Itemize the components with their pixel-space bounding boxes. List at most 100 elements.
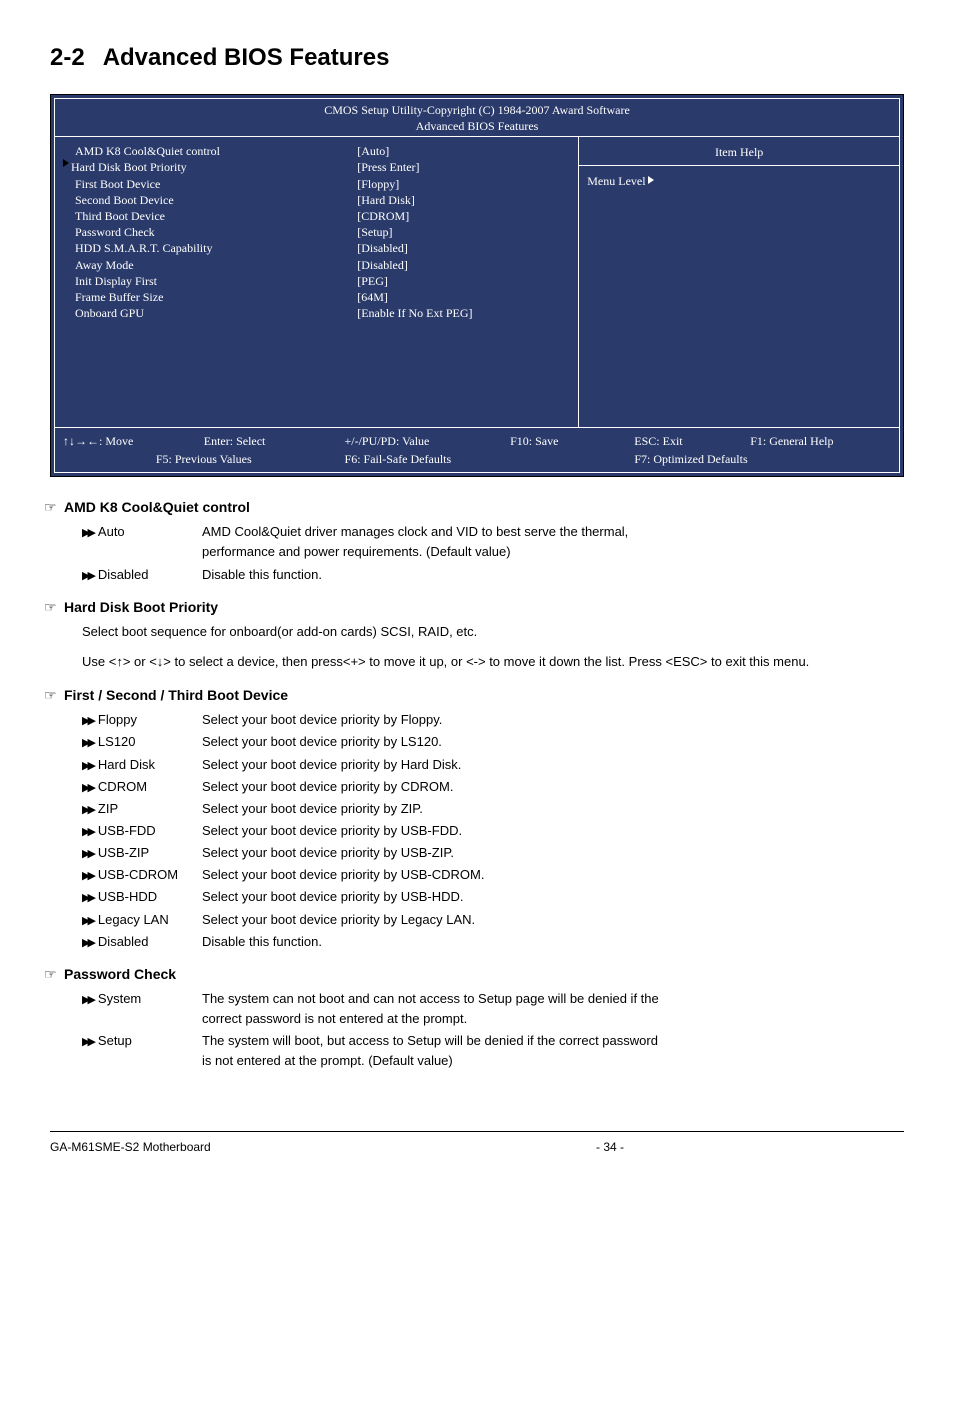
bios-left-pane: AMD K8 Cool&Quiet control Hard Disk Boot… bbox=[55, 137, 578, 427]
section-title: 2-2Advanced BIOS Features bbox=[50, 40, 904, 76]
double-arrow-icon: ▶▶ bbox=[82, 824, 97, 841]
item-heading-pwd: ☞Password Check bbox=[64, 964, 904, 985]
bios-label-text: Third Boot Device bbox=[75, 208, 165, 224]
option-row: ▶▶CDROMSelect your boot device priority … bbox=[82, 777, 904, 797]
footer-page-number: - 34 - bbox=[596, 1138, 624, 1156]
bios-row-value: [PEG] bbox=[357, 273, 570, 289]
option-row: ▶▶USB-ZIP Select your boot device priorit… bbox=[82, 843, 904, 863]
option-name: USB-ZIP bbox=[98, 845, 149, 860]
page-footer: GA-M61SME-S2 Motherboard - 34 - bbox=[50, 1131, 904, 1156]
double-arrow-icon: ▶▶ bbox=[82, 713, 97, 730]
option-row: ▶▶USB-CDROMSelect your boot device prior… bbox=[82, 865, 904, 885]
bios-row-label: Away Mode bbox=[63, 257, 357, 273]
bios-body: AMD K8 Cool&Quiet control Hard Disk Boot… bbox=[55, 136, 899, 427]
footer-save: F10: Save bbox=[510, 432, 634, 450]
heading-text: First / Second / Third Boot Device bbox=[64, 687, 288, 703]
option-name: Legacy LAN bbox=[98, 912, 169, 927]
desc-line: correct password is not entered at the p… bbox=[202, 1009, 659, 1029]
bios-header-line1: CMOS Setup Utility-Copyright (C) 1984-20… bbox=[55, 103, 899, 119]
footer-optimized: F7: Optimized Defaults bbox=[634, 450, 891, 468]
option-desc: Select your boot device priority by USB-… bbox=[202, 821, 462, 841]
desc-line: performance and power requirements. (Def… bbox=[202, 542, 628, 562]
option-row: ▶▶USB-FDDSelect your boot device priorit… bbox=[82, 821, 904, 841]
double-arrow-icon: ▶▶ bbox=[82, 780, 97, 797]
option-name: Floppy bbox=[98, 712, 137, 727]
footer-left: GA-M61SME-S2 Motherboard bbox=[50, 1138, 596, 1156]
option-row: ▶▶System The system can not boot and can… bbox=[82, 989, 904, 1029]
item-heading-hdbp: ☞Hard Disk Boot Priority bbox=[64, 597, 904, 618]
heading-text: Hard Disk Boot Priority bbox=[64, 599, 218, 615]
option-name: Disabled bbox=[98, 567, 149, 582]
bios-row-label: Third Boot Device bbox=[63, 208, 357, 224]
option-name: Setup bbox=[98, 1033, 132, 1048]
pointer-icon: ☞ bbox=[44, 964, 64, 985]
bios-header-line2: Advanced BIOS Features bbox=[55, 119, 899, 135]
bios-row-value: [Enable If No Ext PEG] bbox=[357, 305, 570, 321]
help-menu-level: Menu Level bbox=[587, 172, 891, 190]
desc-line: The system can not boot and can not acce… bbox=[202, 989, 659, 1009]
bios-label-text: Second Boot Device bbox=[75, 192, 174, 208]
option-label: ▶▶Disabled bbox=[82, 932, 202, 952]
bios-label-text: AMD K8 Cool&Quiet control bbox=[75, 143, 220, 159]
option-desc: Select your boot device priority by ZIP. bbox=[202, 799, 423, 819]
double-arrow-icon: ▶▶ bbox=[82, 846, 97, 863]
item-heading-boot: ☞First / Second / Third Boot Device bbox=[64, 685, 904, 706]
double-arrow-icon: ▶▶ bbox=[82, 890, 97, 907]
desc-line: The system will boot, but access to Setu… bbox=[202, 1031, 658, 1051]
bios-row-value: [64M] bbox=[357, 289, 570, 305]
footer-prev: F5: Previous Values bbox=[63, 450, 345, 468]
bios-label-text: Frame Buffer Size bbox=[75, 289, 163, 305]
double-arrow-icon: ▶▶ bbox=[82, 735, 97, 752]
pointer-icon: ☞ bbox=[44, 597, 64, 618]
footer-move: ↑↓→←: Move bbox=[63, 432, 204, 450]
option-desc: Disable this function. bbox=[202, 932, 322, 952]
option-desc: Select your boot device priority by USB-… bbox=[202, 843, 454, 863]
option-desc: Select your boot device priority by USB-… bbox=[202, 887, 464, 907]
bios-labels-col: AMD K8 Cool&Quiet control Hard Disk Boot… bbox=[63, 143, 357, 421]
paragraph: Select boot sequence for onboard(or add-… bbox=[82, 622, 904, 643]
option-desc: The system can not boot and can not acce… bbox=[202, 989, 659, 1029]
footer-exit: ESC: Exit bbox=[634, 432, 750, 450]
double-arrow-icon: ▶▶ bbox=[82, 1034, 97, 1051]
bios-label-text: Onboard GPU bbox=[75, 305, 144, 321]
option-name: CDROM bbox=[98, 779, 147, 794]
double-arrow-icon: ▶▶ bbox=[82, 868, 97, 885]
desc-line: AMD Cool&Quiet driver manages clock and … bbox=[202, 522, 628, 542]
option-name: USB-HDD bbox=[98, 889, 157, 904]
option-name: LS120 bbox=[98, 734, 136, 749]
bios-values-col: [Auto] [Press Enter] [Floppy] [Hard Disk… bbox=[357, 143, 570, 421]
option-row: ▶▶Legacy LANSelect your boot device prio… bbox=[82, 910, 904, 930]
option-desc: The system will boot, but access to Setu… bbox=[202, 1031, 658, 1071]
option-label: ▶▶Floppy bbox=[82, 710, 202, 730]
bios-label-text: HDD S.M.A.R.T. Capability bbox=[75, 240, 212, 256]
bios-help-pane: Item Help Menu Level bbox=[578, 137, 899, 427]
option-row: ▶▶DisabledDisable this function. bbox=[82, 932, 904, 952]
option-label: ▶▶System bbox=[82, 989, 202, 1029]
section-heading: Advanced BIOS Features bbox=[103, 44, 390, 71]
double-arrow-icon: ▶▶ bbox=[82, 913, 97, 930]
content-body: ☞AMD K8 Cool&Quiet control ▶▶Auto AMD Co… bbox=[50, 497, 904, 1071]
option-desc: Select your boot device priority by Flop… bbox=[202, 710, 442, 730]
bios-row-label: HDD S.M.A.R.T. Capability bbox=[63, 240, 357, 256]
heading-text: AMD K8 Cool&Quiet control bbox=[64, 499, 250, 515]
option-desc: Select your boot device priority by USB-… bbox=[202, 865, 484, 885]
paragraph: Use <↑> or <↓> to select a device, then … bbox=[82, 652, 904, 673]
option-name: ZIP bbox=[98, 801, 118, 816]
bios-row-value: [CDROM] bbox=[357, 208, 570, 224]
option-label: ▶▶Hard Disk bbox=[82, 755, 202, 775]
double-arrow-icon: ▶▶ bbox=[82, 758, 97, 775]
footer-row-2: F5: Previous Values F6: Fail-Safe Defaul… bbox=[63, 450, 891, 468]
bios-label-text: Init Display First bbox=[75, 273, 157, 289]
bios-row-value: [Floppy] bbox=[357, 176, 570, 192]
help-sub-text: Menu Level bbox=[587, 174, 645, 188]
bios-label-text: First Boot Device bbox=[75, 176, 160, 192]
option-row: ▶▶ZIPSelect your boot device priority by… bbox=[82, 799, 904, 819]
option-label: ▶▶Legacy LAN bbox=[82, 910, 202, 930]
option-label: ▶▶USB-CDROM bbox=[82, 865, 202, 885]
bios-row-label: Password Check bbox=[63, 224, 357, 240]
footer-value: +/-/PU/PD: Value bbox=[345, 432, 511, 450]
bios-row-label: Onboard GPU bbox=[63, 305, 357, 321]
option-name: Hard Disk bbox=[98, 757, 155, 772]
item-heading-amd: ☞AMD K8 Cool&Quiet control bbox=[64, 497, 904, 518]
option-row: ▶▶FloppySelect your boot device priority… bbox=[82, 710, 904, 730]
